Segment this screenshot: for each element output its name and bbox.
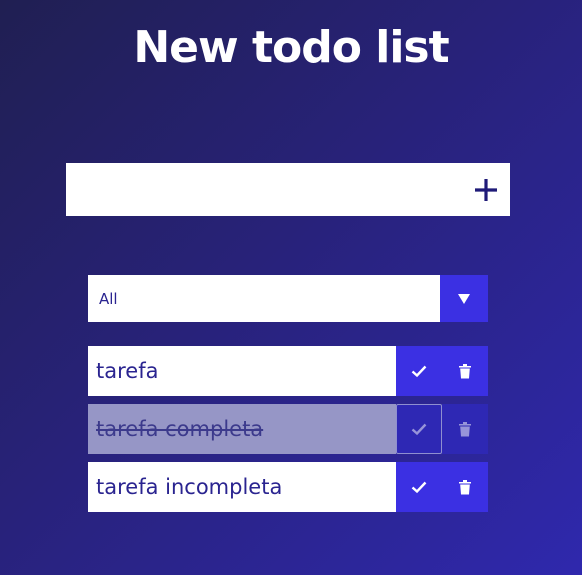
caret-down-icon [458,293,470,304]
todo-item-completed: tarefa completa [88,404,488,454]
complete-button[interactable] [396,346,442,396]
page-title: New todo list [133,22,449,73]
complete-button[interactable] [396,462,442,512]
trash-icon [459,422,471,437]
todo-item: tarefa [88,346,488,396]
check-icon [411,365,427,378]
todo-input[interactable] [66,163,462,216]
filter-select[interactable]: All [88,275,488,322]
filter-dropdown-button[interactable] [440,275,488,322]
plus-icon [475,178,497,201]
check-icon [411,481,427,494]
add-todo-button[interactable] [462,163,510,216]
todo-item: tarefa incompleta [88,462,488,512]
complete-button[interactable] [396,404,442,454]
delete-button[interactable] [442,346,488,396]
filter-selected-value: All [99,289,118,308]
add-todo-form [66,163,510,216]
trash-icon [459,364,471,379]
check-icon [411,423,427,436]
todo-label: tarefa incompleta [88,462,396,512]
delete-button[interactable] [442,404,488,454]
delete-button[interactable] [442,462,488,512]
trash-icon [459,480,471,495]
todo-label: tarefa [88,346,396,396]
todo-label: tarefa completa [88,404,396,454]
